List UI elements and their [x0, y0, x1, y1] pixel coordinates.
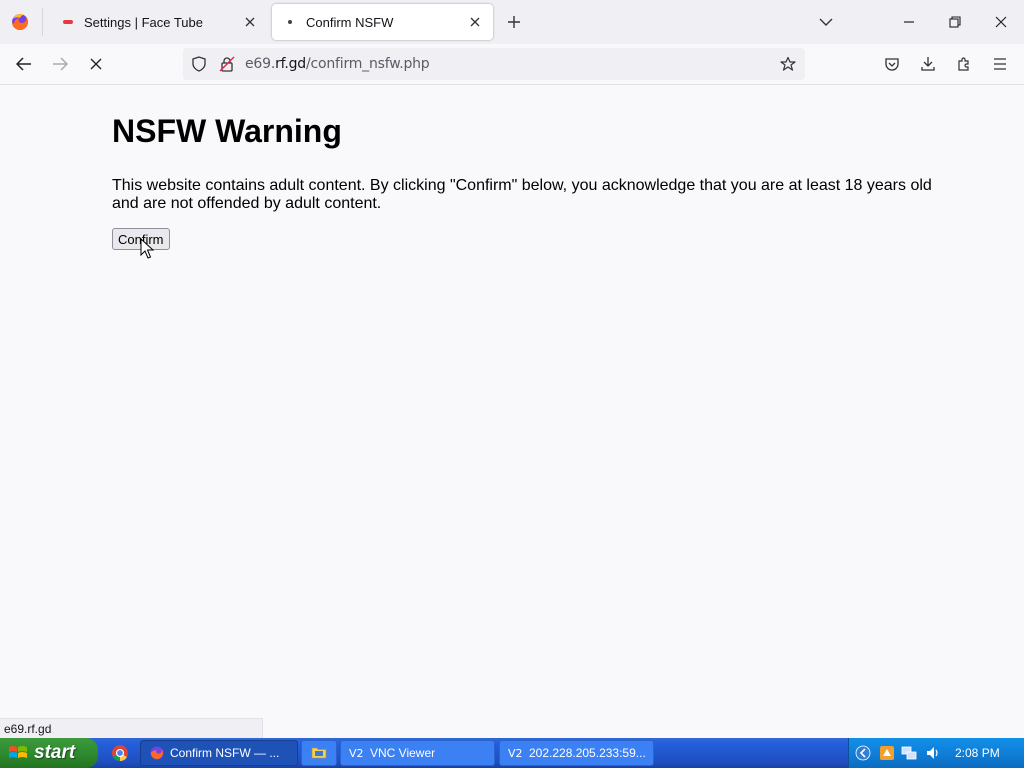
hamburger-menu-icon[interactable] — [988, 52, 1012, 76]
taskbar-item-firefox[interactable]: Confirm NSFW — ... — [140, 740, 298, 766]
tray-collapse-arrow-icon[interactable] — [855, 745, 871, 761]
url-bar[interactable]: e69.rf.gd/confirm_nsfw.php — [183, 48, 805, 80]
loading-dot-icon — [282, 14, 298, 30]
stop-loading-x-icon[interactable] — [84, 52, 108, 76]
taskbar-item-vnc-viewer[interactable]: V2 VNC Viewer — [340, 740, 495, 766]
svg-text:V2: V2 — [508, 747, 523, 760]
tab-title: Confirm NSFW — [306, 14, 394, 30]
pocket-icon[interactable] — [880, 52, 904, 76]
page-title: NSFW Warning — [112, 113, 342, 149]
extensions-puzzle-icon[interactable] — [952, 52, 976, 76]
url-path: /confirm_nsfw.php — [305, 56, 430, 72]
vnc-icon: V2 — [349, 747, 364, 760]
status-bar: e69.rf.gd — [0, 718, 263, 738]
network-icon[interactable] — [901, 745, 917, 761]
tab-strip: Settings | Face Tube Confirm NSFW — [0, 0, 1024, 44]
back-arrow-icon[interactable] — [12, 52, 36, 76]
close-window-icon[interactable] — [989, 10, 1013, 34]
downloads-icon[interactable] — [916, 52, 940, 76]
taskbar-item-explorer[interactable] — [301, 740, 337, 766]
tab-settings-face-tube[interactable]: Settings | Face Tube — [50, 4, 268, 40]
taskbar: start Confirm NSFW — ... V2 VNC Viewer V… — [0, 738, 1024, 768]
page-content: NSFW Warning This website contains adult… — [0, 85, 1024, 715]
clock: 2:08 PM — [955, 746, 1000, 760]
task-label: Confirm NSFW — ... — [170, 746, 280, 760]
folder-icon — [311, 747, 327, 759]
facetube-favicon-icon — [60, 14, 76, 30]
app-tray-icon[interactable] — [879, 745, 895, 761]
tab-confirm-nsfw[interactable]: Confirm NSFW — [272, 4, 493, 40]
system-tray: 2:08 PM — [848, 738, 1024, 768]
new-tab-plus-icon[interactable] — [504, 12, 524, 32]
forward-arrow-icon[interactable] — [48, 52, 72, 76]
tab-close-icon[interactable] — [242, 14, 258, 30]
warning-message: This website contains adult content. By … — [112, 177, 932, 212]
firefox-menu-icon[interactable] — [8, 10, 32, 34]
insecure-lock-icon[interactable] — [219, 56, 235, 72]
task-label: 202.228.205.233:59... — [529, 746, 646, 760]
chrome-icon[interactable] — [111, 744, 129, 762]
list-all-tabs-chevron-icon[interactable] — [816, 12, 836, 32]
bookmark-star-icon[interactable] — [780, 56, 796, 72]
svg-text:V2: V2 — [349, 747, 364, 760]
navigation-toolbar: e69.rf.gd/confirm_nsfw.php — [0, 44, 1024, 85]
volume-speaker-icon[interactable] — [925, 745, 941, 761]
firefox-icon — [150, 746, 164, 760]
url-host-main: rf.gd — [275, 56, 306, 72]
restore-icon[interactable] — [943, 10, 967, 34]
windows-flag-icon — [9, 746, 27, 758]
start-button[interactable]: start — [0, 738, 98, 768]
mouse-cursor-icon — [140, 238, 154, 259]
url-host-prefix: e69. — [245, 56, 276, 72]
tab-close-icon[interactable] — [467, 14, 483, 30]
tracking-shield-icon[interactable] — [191, 56, 207, 72]
minimize-icon[interactable] — [897, 10, 921, 34]
tab-title: Settings | Face Tube — [84, 14, 203, 30]
vnc-icon: V2 — [508, 747, 523, 760]
url-text[interactable]: e69.rf.gd/confirm_nsfw.php — [245, 56, 430, 72]
start-label: start — [34, 742, 76, 763]
task-label: VNC Viewer — [370, 746, 436, 760]
tab-separator — [42, 8, 43, 36]
taskbar-item-vnc-session[interactable]: V2 202.228.205.233:59... — [499, 740, 654, 766]
